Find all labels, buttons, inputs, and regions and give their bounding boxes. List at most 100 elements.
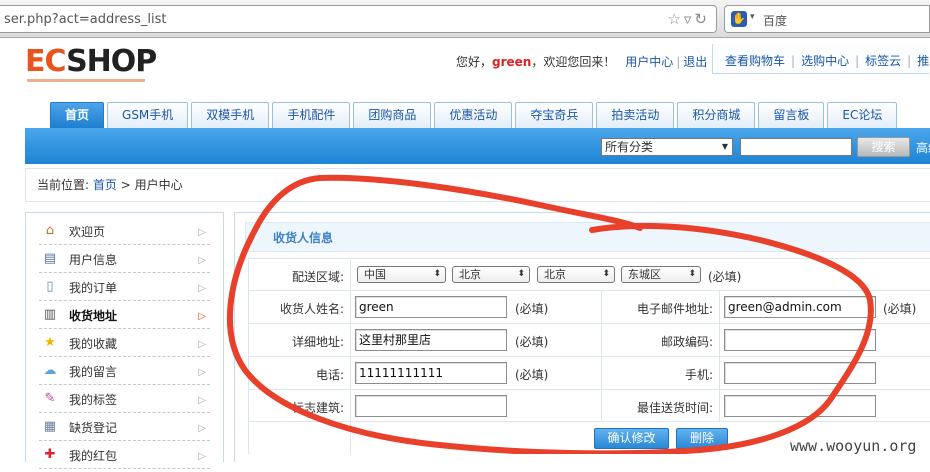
header-links: 查看购物车 | 选购中心 | 标签云 | 推 <box>712 44 930 74</box>
zipcode-label: 邮政编码: <box>660 335 713 349</box>
tel-label: 电话: <box>315 368 344 382</box>
nav-tab[interactable]: GSM手机 <box>107 102 189 128</box>
consignee-input[interactable]: green <box>355 296 507 318</box>
browser-search-placeholder: 百度 <box>763 14 788 28</box>
sidebar-item-label: 我的红包 <box>69 449 118 463</box>
nav-tab[interactable]: 手机配件 <box>272 102 351 128</box>
tag-cloud-link[interactable]: 标签云 <box>865 54 901 68</box>
breadcrumb-home-link[interactable]: 首页 <box>93 178 117 192</box>
required-note: (必填) <box>515 368 549 382</box>
keyword-input[interactable] <box>740 138 852 156</box>
sign-building-input[interactable] <box>355 395 507 417</box>
sidebar-item-label: 我的收藏 <box>69 337 118 351</box>
chevron-down-icon: ▼ <box>721 142 729 151</box>
more-link[interactable]: 推 <box>917 54 929 68</box>
address-input[interactable]: 这里村那里店 <box>355 329 507 351</box>
chevron-right-icon: ▷ <box>198 283 206 294</box>
sidebar-item[interactable]: ✎ 我的标签 ▷ <box>39 385 210 413</box>
sidebar-item-label: 我的订单 <box>69 281 118 295</box>
logout-link[interactable]: 退出 <box>683 55 707 69</box>
tel-input[interactable]: 11111111111 <box>355 362 507 384</box>
sidebar-item-label: 欢迎页 <box>69 225 106 239</box>
chevron-right-icon: ▷ <box>198 311 206 322</box>
chevron-right-icon: ▷ <box>198 395 206 406</box>
sidebar-item[interactable]: ▯ 我的订单 ▷ <box>39 273 210 301</box>
best-time-label: 最佳送货时间: <box>636 401 713 415</box>
nav-tab[interactable]: 优惠活动 <box>434 102 513 128</box>
nav-tab[interactable]: 团购商品 <box>353 102 432 128</box>
nav-tab[interactable]: 积分商城 <box>677 102 756 128</box>
zipcode-input[interactable] <box>724 329 876 351</box>
sidebar-item[interactable]: ✚ 我的红包 ▷ <box>39 441 210 469</box>
url-text[interactable]: ser.php?act=address_list <box>4 12 166 27</box>
nav-tab[interactable]: EC论坛 <box>827 102 898 128</box>
nav-tab[interactable]: 留言板 <box>758 102 825 128</box>
sidebar-item[interactable]: ★ 我的收藏 ▷ <box>39 329 210 357</box>
nav-tab[interactable]: 双模手机 <box>191 102 270 128</box>
cart-link[interactable]: 查看购物车 <box>725 54 785 68</box>
ecshop-logo[interactable]: ECSHOP <box>25 44 157 79</box>
buy-center-link[interactable]: 选购中心 <box>801 54 849 68</box>
email-input[interactable]: green@admin.com <box>724 296 876 318</box>
chevron-down-icon[interactable]: ▾ <box>750 12 755 22</box>
user-greeting: 您好，green，欢迎您回来！ 用户中心 | 退出 <box>456 55 708 69</box>
district-select[interactable]: 东城区 ⬍ <box>621 266 701 283</box>
chevron-right-icon: ▷ <box>198 451 206 462</box>
address-bar[interactable]: ser.php?act=address_list ☆▿↻ <box>0 5 717 33</box>
speech-bubble-icon: ☁ <box>43 363 57 378</box>
chevron-right-icon: ▷ <box>198 255 206 266</box>
clipboard-icon: ▦ <box>43 419 57 434</box>
updown-icon: ⬍ <box>688 269 696 279</box>
confirm-edit-button[interactable]: 确认修改 <box>594 428 669 449</box>
delete-button[interactable]: 删除 <box>676 428 728 449</box>
required-note: (必填) <box>883 302 917 316</box>
nav-tab[interactable]: 拍卖活动 <box>596 102 675 128</box>
mobile-input[interactable] <box>724 362 876 384</box>
search-button[interactable]: 搜索 <box>857 137 910 157</box>
best-time-input[interactable] <box>724 395 876 417</box>
user-center-link[interactable]: 用户中心 <box>625 55 673 69</box>
sidebar-item-label: 缺货登记 <box>69 421 118 435</box>
gift-icon: ✚ <box>44 447 56 462</box>
user-sidebar: ⌂ 欢迎页 ▷ ▤ 用户信息 ▷ ▯ 我的订单 ▷ ▥ 收货地址 ▷ ★ 我的收藏 ▷ ☁ 我的留言 ▷ ✎ 我的标签… <box>25 212 224 469</box>
sign-building-label: 标志建筑: <box>291 401 344 415</box>
panel-title: 收货人信息 <box>245 222 930 252</box>
sidebar-item[interactable]: ▦ 缺货登记 ▷ <box>39 413 210 441</box>
star-icon: ★ <box>44 335 56 350</box>
sidebar-item[interactable]: ☁ 我的留言 ▷ <box>39 357 210 385</box>
chevron-right-icon: ▷ <box>198 339 206 350</box>
logo-underline <box>27 79 145 82</box>
bookmark-star-icon[interactable]: ☆▿↻ <box>667 10 710 28</box>
baidu-paw-icon[interactable]: ✋ <box>731 11 747 27</box>
city-select[interactable]: 北京 ⬍ <box>537 266 615 283</box>
advanced-search-link[interactable]: 高级 <box>916 139 930 156</box>
main-nav: 首页 GSM手机 双模手机 手机配件 团购商品 优惠活动 夺宝奇兵 拍卖活动 积分商城 留言板 EC… <box>50 102 900 128</box>
breadcrumb-current: 用户中心 <box>134 178 183 192</box>
address-label: 详细地址: <box>291 335 344 349</box>
breadcrumb: 当前位置: 首页 > 用户中心 <box>25 168 930 202</box>
required-note: (必填) <box>708 270 742 284</box>
tag-icon: ✎ <box>44 391 56 406</box>
sidebar-item-label: 我的留言 <box>69 365 118 379</box>
sidebar-item[interactable]: ▤ 用户信息 ▷ <box>39 245 210 273</box>
province-select[interactable]: 北京 ⬍ <box>452 266 530 283</box>
updown-icon: ⬍ <box>517 269 525 279</box>
sidebar-item-label: 收货地址 <box>69 309 118 323</box>
document-icon: ▯ <box>46 279 54 294</box>
sidebar-item[interactable]: ▥ 收货地址 ▷ <box>39 301 210 329</box>
nav-tab[interactable]: 夺宝奇兵 <box>515 102 594 128</box>
home-icon: ⌂ <box>45 223 55 238</box>
mobile-label: 手机: <box>684 368 713 382</box>
nav-tab[interactable]: 首页 <box>50 102 105 128</box>
country-select[interactable]: 中国 ⬍ <box>357 266 446 283</box>
category-select[interactable]: 所有分类 ▼ <box>601 138 733 156</box>
email-label: 电子邮件地址: <box>636 302 713 316</box>
username: green <box>492 55 532 69</box>
required-note: (必填) <box>515 302 549 316</box>
required-note: (必填) <box>515 335 549 349</box>
address-book-icon: ▥ <box>43 307 57 322</box>
chevron-right-icon: ▷ <box>198 227 206 238</box>
sidebar-item-label: 我的标签 <box>69 393 118 407</box>
sidebar-item[interactable]: ⌂ 欢迎页 ▷ <box>39 217 210 245</box>
browser-search-box[interactable]: ✋ ▾ 百度 <box>724 5 930 33</box>
